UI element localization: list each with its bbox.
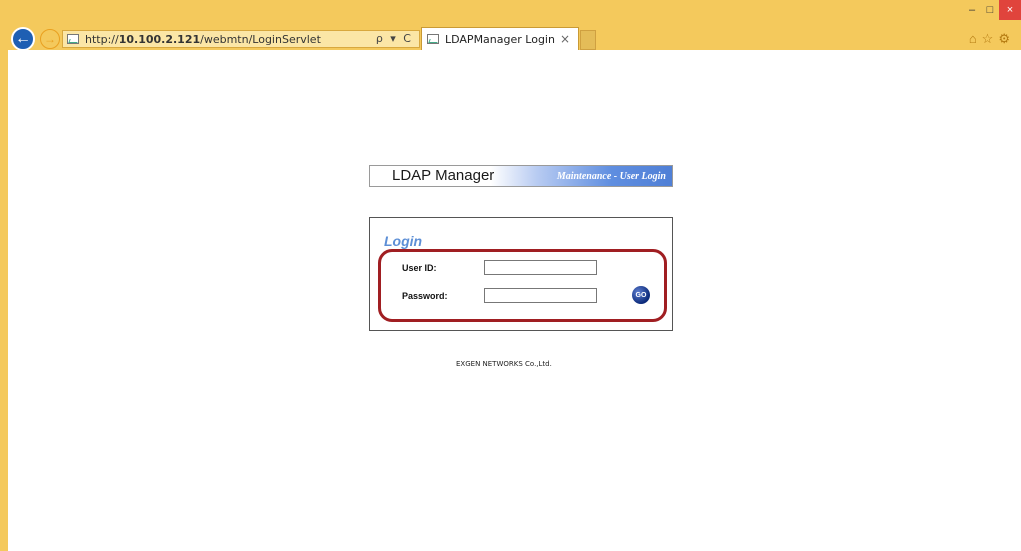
go-button[interactable]: GO [632,286,650,304]
tab-close-icon[interactable]: × [560,32,570,46]
tab-page-icon [427,34,439,44]
password-input[interactable] [484,288,597,303]
password-label: Password: [402,291,448,301]
banner-subtitle: Maintenance - User Login [556,171,666,182]
tab-title: LDAPManager Login [445,32,555,46]
browser-chrome: ← → http://10.100.2.121/webmtn/LoginServ… [0,0,1021,51]
search-refresh-icons[interactable]: ρ ▾ C [376,32,413,45]
forward-arrow-icon: → [44,32,56,46]
address-scheme: http:// [85,32,119,46]
address-bar[interactable]: http://10.100.2.121/webmtn/LoginServlet … [62,30,420,48]
tab-ldapmanager-login[interactable]: LDAPManager Login × [421,27,579,50]
footer-company: EXGEN NETWORKS Co.,Ltd. [456,360,552,368]
login-title: Login [384,233,423,249]
forward-button[interactable]: → [40,29,60,49]
maximize-icon[interactable]: □ [981,0,999,20]
userid-label: User ID: [402,263,437,273]
address-host: 10.100.2.121 [118,32,201,46]
home-favorites-settings-icons[interactable]: ⌂☆⚙ [969,31,1015,47]
back-arrow-icon: ← [15,30,31,47]
header-banner: LDAP Manager Maintenance - User Login [369,165,673,187]
page-content: LDAP Manager Maintenance - User Login Lo… [8,50,1021,551]
new-tab-button[interactable] [580,30,596,50]
page-icon [67,34,79,44]
minimize-icon[interactable]: – [963,0,981,20]
banner-title: LDAP Manager [392,167,495,184]
login-box: Login User ID: Password: GO [369,217,673,331]
back-button[interactable]: ← [11,27,35,51]
close-window-icon[interactable]: × [999,0,1021,20]
userid-input[interactable] [484,260,597,275]
address-path: /webmtn/LoginServlet [200,32,321,46]
window-controls: – □ × [963,0,1021,20]
